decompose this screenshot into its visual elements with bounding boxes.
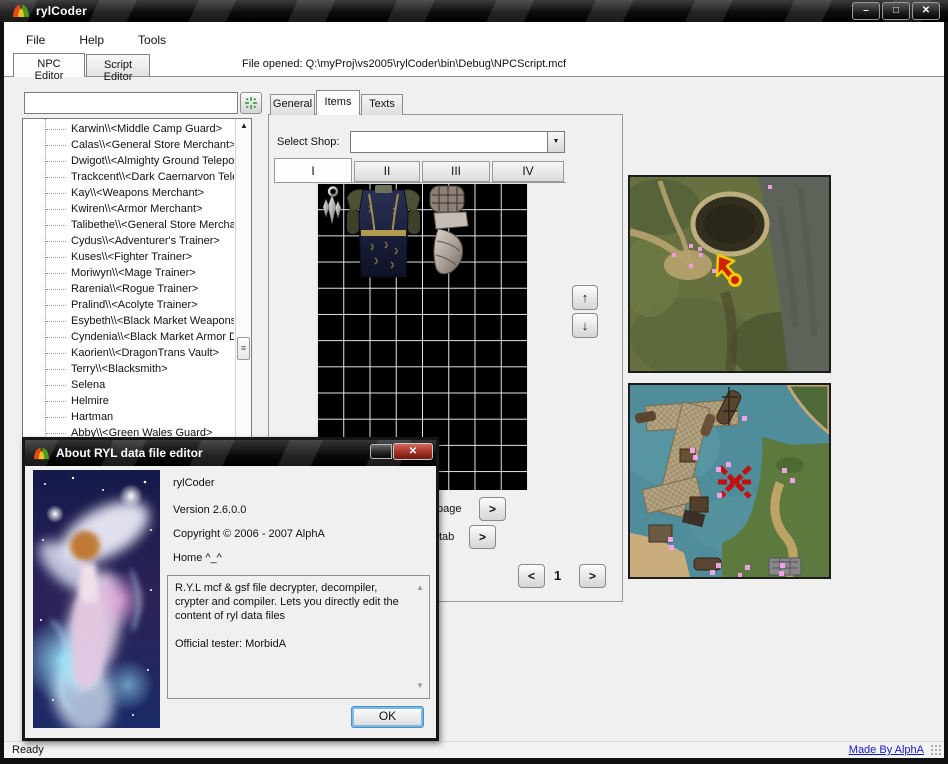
- page-partial-label: page: [437, 503, 461, 515]
- tab-texts[interactable]: Texts: [361, 94, 403, 115]
- tree-item[interactable]: Karwin\\<Middle Camp Guard>: [23, 121, 234, 137]
- tab-items[interactable]: Items: [316, 90, 360, 115]
- search-input[interactable]: [24, 92, 238, 114]
- tab-general[interactable]: General: [270, 94, 315, 115]
- item-silver-gauntlet[interactable]: [424, 185, 475, 278]
- tab-partial-label: tab: [439, 531, 454, 543]
- minimize-button[interactable]: –: [852, 2, 880, 20]
- about-version: Version 2.6.0.0: [173, 504, 246, 516]
- tree-item[interactable]: Trackcent\\<Dark Caernarvon Tele: [23, 169, 234, 185]
- tab-script-editor[interactable]: Script Editor: [86, 54, 150, 76]
- tree-item[interactable]: Pralind\\<Acolyte Trainer>: [23, 297, 234, 313]
- tree-item[interactable]: Kay\\<Weapons Merchant>: [23, 185, 234, 201]
- menubar: File Help Tools: [4, 28, 944, 52]
- tree-item[interactable]: Hartman: [23, 409, 234, 425]
- about-dialog: About RYL data file editor ✕: [22, 437, 439, 741]
- tree-item[interactable]: Kuses\\<Fighter Trainer>: [23, 249, 234, 265]
- tree-item[interactable]: Calas\\<General Store Merchant>: [23, 137, 234, 153]
- app-logo-icon: [12, 4, 30, 18]
- tree-item[interactable]: Kwiren\\<Armor Merchant>: [23, 201, 234, 217]
- shop-tab-4[interactable]: IV: [492, 161, 564, 182]
- move-up-button[interactable]: ↑: [572, 285, 598, 310]
- locate-crosshair-icon: [244, 96, 258, 110]
- menu-tools[interactable]: Tools: [128, 30, 176, 50]
- select-shop-combobox[interactable]: ▼: [350, 131, 565, 153]
- minimap-terrain[interactable]: [628, 175, 831, 373]
- status-bar: Ready Made By AlphA: [4, 741, 944, 758]
- maximize-button[interactable]: □: [882, 2, 910, 20]
- page-number: 1: [554, 568, 561, 583]
- tree-item[interactable]: Selena: [23, 377, 234, 393]
- tree-item[interactable]: Talibethe\\<General Store Merchan: [23, 217, 234, 233]
- app-window: rylCoder – □ ✕ File Help Tools NPC Edito…: [0, 0, 948, 764]
- scroll-up-icon[interactable]: ▲: [236, 121, 252, 135]
- ok-button[interactable]: OK: [351, 706, 424, 728]
- shop-tab-3[interactable]: III: [422, 161, 490, 182]
- item-dark-armor[interactable]: [345, 184, 422, 281]
- item-silver-pendant[interactable]: [319, 185, 343, 234]
- locate-button[interactable]: [240, 92, 262, 114]
- tree-item[interactable]: Kaorien\\<DragonTrans Vault>: [23, 345, 234, 361]
- minimap-harbor[interactable]: [628, 383, 831, 579]
- tree-item[interactable]: Rarenia\\<Rogue Trainer>: [23, 281, 234, 297]
- resize-grip[interactable]: [930, 744, 941, 755]
- about-app-name: rylCoder: [173, 477, 215, 489]
- close-button[interactable]: ✕: [912, 2, 940, 20]
- prev-page-button[interactable]: <: [518, 564, 545, 588]
- menu-file[interactable]: File: [16, 30, 55, 50]
- copy-tab-button[interactable]: >: [469, 525, 496, 549]
- about-tester: Official tester: MorbidA: [175, 637, 411, 651]
- desc-scroll-up-icon[interactable]: ▲: [416, 581, 424, 595]
- desc-scroll-down-icon[interactable]: ▼: [416, 679, 424, 693]
- tree-rows: Karwin\\<Middle Camp Guard>Calas\\<Gener…: [23, 121, 234, 441]
- about-dialog-title: About RYL data file editor: [56, 446, 203, 460]
- select-shop-label: Select Shop:: [277, 136, 339, 148]
- tree-item[interactable]: Moriwyn\\<Mage Trainer>: [23, 265, 234, 281]
- terrain-map-image: [630, 177, 829, 371]
- next-page-button[interactable]: >: [579, 564, 606, 588]
- about-copyright: Copyright © 2006 - 2007 AlphA: [173, 528, 325, 540]
- tree-item[interactable]: Cydus\\<Adventurer's Trainer>: [23, 233, 234, 249]
- status-text: Ready: [12, 744, 44, 756]
- dialog-logo-icon: [33, 447, 50, 460]
- tree-item[interactable]: Esybeth\\<Black Market Weapons I: [23, 313, 234, 329]
- combo-dropdown-icon[interactable]: ▼: [547, 132, 564, 152]
- move-down-button[interactable]: ↓: [572, 313, 598, 338]
- dialog-minimize-button[interactable]: [370, 444, 392, 459]
- window-title: rylCoder: [36, 4, 87, 18]
- about-artwork: [33, 470, 160, 728]
- about-home-link[interactable]: Home ^_^: [173, 552, 222, 564]
- shop-tab-1[interactable]: I: [274, 158, 352, 183]
- menu-help[interactable]: Help: [69, 30, 114, 50]
- copy-page-button[interactable]: >: [479, 497, 506, 521]
- tab-npc-editor[interactable]: NPC Editor: [13, 53, 85, 77]
- tree-item[interactable]: Terry\\<Blacksmith>: [23, 361, 234, 377]
- harbor-map-image: [630, 385, 829, 577]
- shop-tab-2[interactable]: II: [354, 161, 420, 182]
- made-by-link[interactable]: Made By AlphA: [849, 744, 924, 756]
- dialog-close-button[interactable]: ✕: [393, 443, 433, 460]
- about-description: R.Y.L mcf & gsf file decrypter, decompil…: [175, 581, 411, 623]
- file-opened-label: File opened: Q:\myProj\vs2005\rylCoder\b…: [242, 58, 566, 70]
- tree-item[interactable]: Cyndenia\\<Black Market Armor De: [23, 329, 234, 345]
- window-titlebar[interactable]: rylCoder – □ ✕: [0, 0, 948, 22]
- about-description-box[interactable]: R.Y.L mcf & gsf file decrypter, decompil…: [167, 575, 430, 699]
- tree-item[interactable]: Dwigot\\<Almighty Ground Teleport: [23, 153, 234, 169]
- scrollbar-thumb[interactable]: ≡: [237, 337, 250, 360]
- tree-item[interactable]: Helmire: [23, 393, 234, 409]
